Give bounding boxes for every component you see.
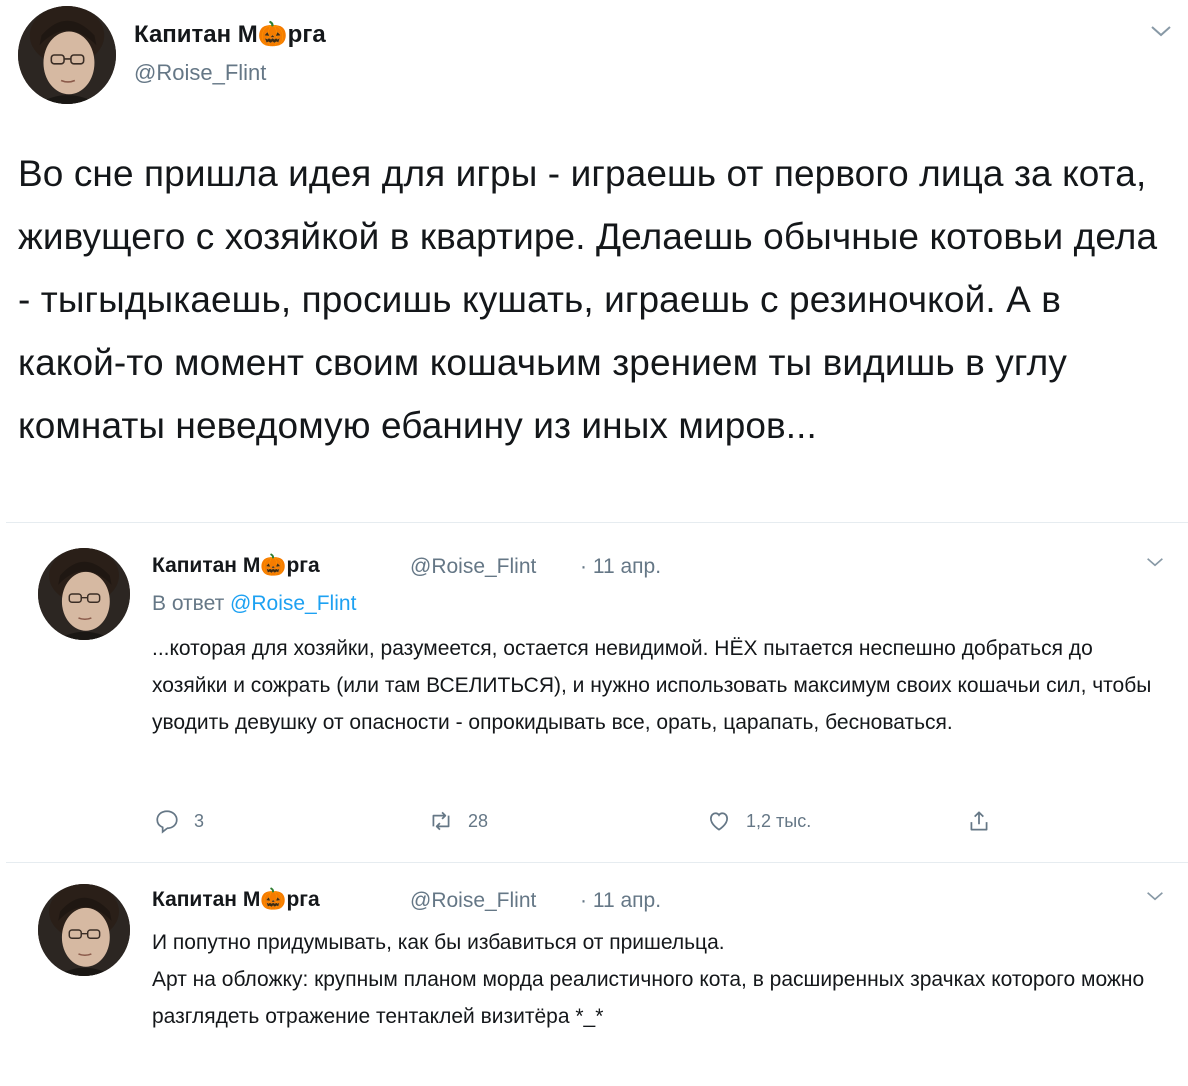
like-icon [710, 812, 728, 831]
tweet-text: Во сне пришла идея для игры - играешь от… [18, 153, 1158, 446]
retweet-count: 28 [468, 810, 489, 831]
reply-text: ...которая для хозяйки, разумеется, оста… [152, 637, 1152, 734]
reply-button[interactable]: 3 [154, 808, 204, 834]
retweet-icon [432, 811, 450, 831]
chevron-down-icon[interactable] [1146, 890, 1164, 902]
retweet-button[interactable]: 28 [428, 808, 488, 834]
avatar[interactable] [38, 548, 130, 640]
tweet-date[interactable]: · 11 апр. [580, 889, 661, 913]
like-count: 1,2 тыс. [746, 810, 812, 831]
like-button[interactable]: 1,2 тыс. [706, 808, 811, 834]
reply-to-line: В ответ @Roise_Flint [152, 592, 356, 616]
reply-to-prefix: В ответ [152, 592, 225, 615]
avatar-image [38, 548, 130, 640]
reply-to-mention[interactable]: @Roise_Flint [230, 592, 356, 615]
avatar-image [38, 884, 130, 976]
chevron-down-icon[interactable] [1150, 24, 1172, 38]
chevron-down-icon[interactable] [1146, 556, 1164, 568]
author-name[interactable]: Капитан М🎃рга [152, 554, 320, 578]
author-name[interactable]: Капитан М🎃рга [152, 888, 320, 912]
reply-text-line2: Арт на обложку: крупным планом морда реа… [152, 968, 1145, 1028]
divider [6, 862, 1188, 863]
reply-count: 3 [194, 810, 205, 831]
avatar[interactable] [38, 884, 130, 976]
avatar[interactable] [18, 6, 116, 104]
share-icon [970, 811, 988, 831]
reply-icon [156, 810, 178, 834]
author-handle[interactable]: @Roise_Flint [410, 555, 536, 579]
divider [6, 522, 1188, 523]
reply-text-line1: И попутно придумывать, как бы избавиться… [152, 931, 725, 954]
tweet-date[interactable]: · 11 апр. [580, 555, 661, 579]
author-name[interactable]: Капитан М🎃рга [134, 20, 326, 49]
share-button[interactable] [966, 808, 1006, 834]
avatar-image [18, 6, 116, 104]
author-handle[interactable]: @Roise_Flint [410, 889, 536, 913]
author-handle[interactable]: @Roise_Flint [134, 60, 266, 86]
